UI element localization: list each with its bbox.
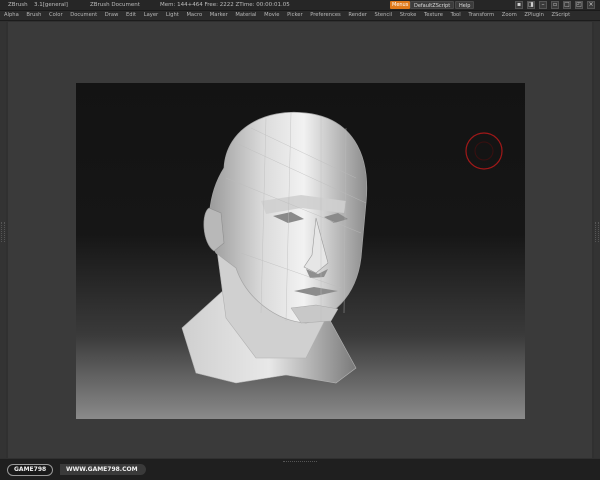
right-tray-handle[interactable]	[594, 22, 600, 458]
fit-icon[interactable]: ▫	[551, 1, 559, 9]
close-icon[interactable]: ×	[587, 1, 595, 9]
app-version: 3.1[general]	[34, 2, 68, 8]
layout-icon[interactable]: ◨	[527, 1, 535, 9]
restore-icon[interactable]: ◰	[575, 1, 583, 9]
head-model[interactable]	[76, 83, 525, 419]
menu-item-stroke[interactable]: Stroke	[400, 11, 417, 20]
menu-item-tool[interactable]: Tool	[451, 11, 461, 20]
menu-item-picker[interactable]: Picker	[287, 11, 302, 20]
menu-item-zscript[interactable]: ZScript	[552, 11, 571, 20]
title-bar: ZBrush 3.1[general] ZBrush Document Mem:…	[0, 0, 600, 11]
menu-item-texture[interactable]: Texture	[424, 11, 443, 20]
menu-item-marker[interactable]: Marker	[210, 11, 228, 20]
menu-bar: Alpha Brush Color Document Draw Edit Lay…	[0, 11, 600, 21]
menu-item-color[interactable]: Color	[49, 11, 63, 20]
menu-item-preferences[interactable]: Preferences	[310, 11, 341, 20]
document-canvas[interactable]	[76, 83, 525, 419]
app-name: ZBrush	[8, 2, 28, 8]
menu-item-alpha[interactable]: Alpha	[4, 11, 19, 20]
document-name: ZBrush Document	[90, 2, 140, 8]
menu-item-document[interactable]: Document	[70, 11, 97, 20]
dock-icon[interactable]: ▪	[515, 1, 523, 9]
menu-item-brush[interactable]: Brush	[26, 11, 41, 20]
memory-readout: Mem: 144+464 Free: 2222 ZTime: 00:00:01.…	[160, 2, 290, 8]
left-tray-handle[interactable]	[0, 22, 6, 458]
bottom-bar: WWW.GAME798.COM GAME798	[0, 459, 600, 480]
menu-item-light[interactable]: Light	[166, 11, 179, 20]
maximize-icon[interactable]: □	[563, 1, 571, 9]
menu-item-zoom[interactable]: Zoom	[502, 11, 517, 20]
menu-item-zplugin[interactable]: ZPlugin	[524, 11, 543, 20]
menu-item-transform[interactable]: Transform	[468, 11, 494, 20]
brush-cursor-icon	[465, 132, 503, 170]
menu-item-material[interactable]: Material	[235, 11, 256, 20]
menu-item-macro[interactable]: Macro	[186, 11, 202, 20]
help-button[interactable]: Help	[455, 1, 475, 9]
bottom-tray-handle[interactable]	[283, 461, 317, 465]
menu-item-render[interactable]: Render	[348, 11, 366, 20]
menu-item-edit[interactable]: Edit	[126, 11, 136, 20]
minimize-icon[interactable]: –	[539, 1, 547, 9]
menu-item-stencil[interactable]: Stencil	[375, 11, 393, 20]
default-zscript-button[interactable]: DefaultZScript	[410, 1, 455, 9]
watermark-url: WWW.GAME798.COM	[60, 464, 146, 475]
menus-button[interactable]: Menus	[390, 1, 411, 9]
watermark-logo: GAME798	[7, 464, 54, 476]
menu-item-movie[interactable]: Movie	[264, 11, 279, 20]
menu-item-draw[interactable]: Draw	[105, 11, 119, 20]
menu-item-layer[interactable]: Layer	[144, 11, 158, 20]
